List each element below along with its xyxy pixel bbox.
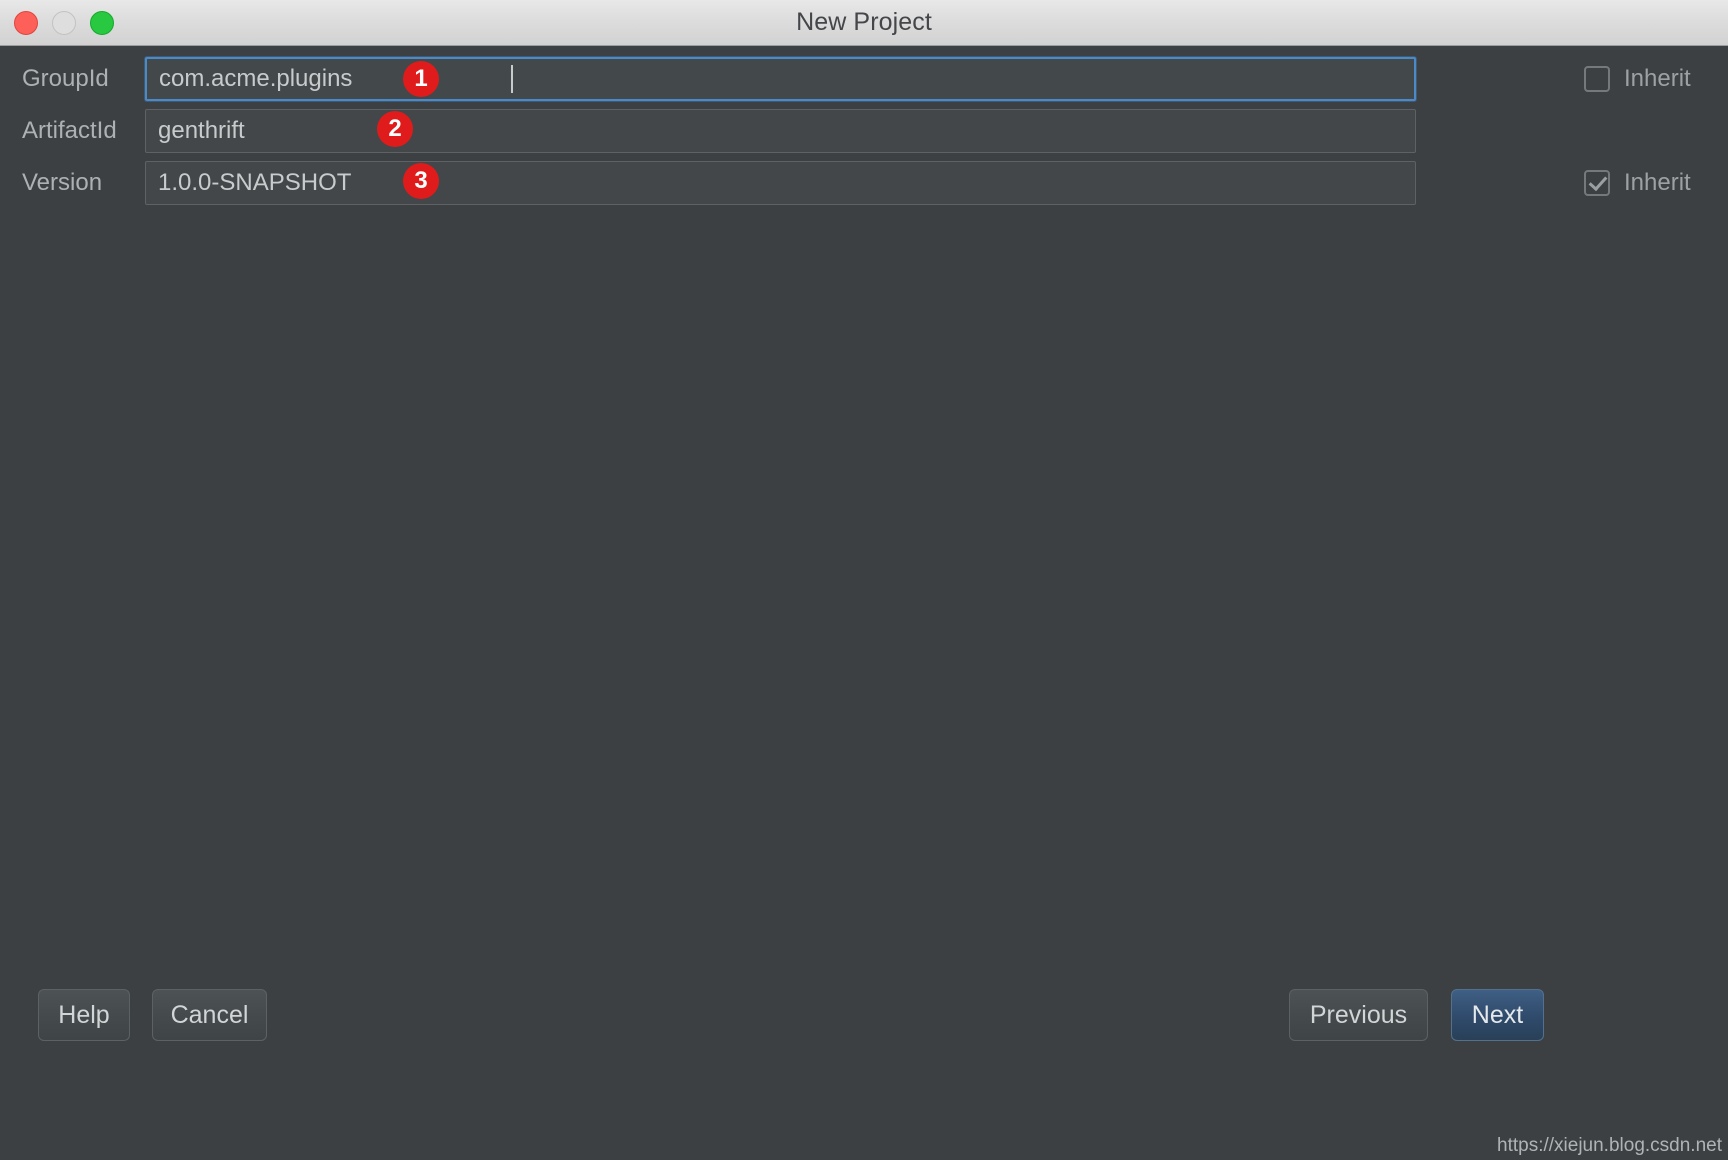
annotation-badge-2: 2 [377, 111, 413, 147]
groupid-inherit-group[interactable]: Inherit [1584, 57, 1691, 101]
version-inherit-label: Inherit [1624, 169, 1691, 197]
version-label: Version [0, 161, 112, 205]
previous-button[interactable]: Previous [1289, 989, 1428, 1041]
form-row-groupid: GroupId Inherit [0, 57, 1728, 109]
groupid-inherit-label: Inherit [1624, 65, 1691, 93]
version-inherit-checkbox[interactable] [1584, 170, 1610, 196]
groupid-input[interactable] [145, 57, 1416, 101]
version-input[interactable] [145, 161, 1416, 205]
annotation-badge-1: 1 [403, 61, 439, 97]
watermark: https://xiejun.blog.csdn.net [1497, 1135, 1722, 1157]
cancel-button[interactable]: Cancel [152, 989, 267, 1041]
window-title: New Project [0, 0, 1728, 45]
next-button[interactable]: Next [1451, 989, 1544, 1041]
title-bar: New Project [0, 0, 1728, 46]
groupid-inherit-checkbox[interactable] [1584, 66, 1610, 92]
text-caret [511, 65, 513, 93]
artifactid-label: ArtifactId [0, 109, 112, 153]
annotation-badge-3: 3 [403, 163, 439, 199]
new-project-dialog: New Project GroupId Inherit ArtifactId V… [0, 0, 1728, 1160]
artifactid-input[interactable] [145, 109, 1416, 153]
help-button[interactable]: Help [38, 989, 130, 1041]
form-row-version: Version Inherit [0, 161, 1728, 213]
form-row-artifactid: ArtifactId [0, 109, 1728, 161]
groupid-label: GroupId [0, 57, 112, 101]
version-inherit-group[interactable]: Inherit [1584, 161, 1691, 205]
